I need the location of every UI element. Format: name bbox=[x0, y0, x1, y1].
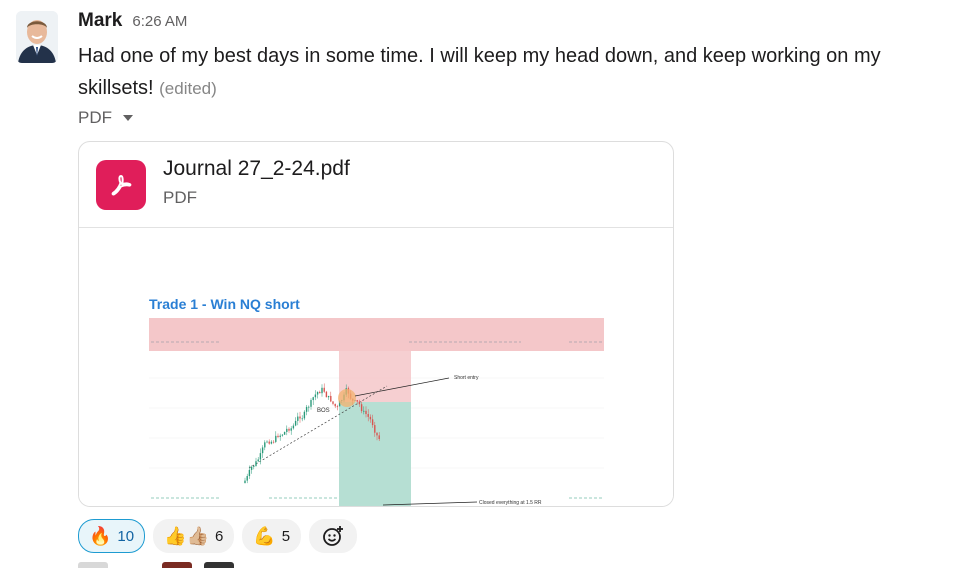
candle-body bbox=[363, 410, 365, 412]
reaction-fire[interactable]: 🔥 10 bbox=[78, 519, 146, 553]
candle-body bbox=[358, 401, 361, 405]
attachment-toggle[interactable]: PDF bbox=[78, 108, 133, 128]
candle-body bbox=[257, 459, 259, 462]
candle-body bbox=[277, 435, 279, 438]
file-type: PDF bbox=[163, 188, 197, 207]
candle-body bbox=[279, 435, 281, 438]
avatar[interactable] bbox=[16, 11, 58, 63]
avatar-image bbox=[16, 11, 58, 63]
candle-body bbox=[246, 476, 248, 481]
candle-body bbox=[244, 480, 246, 483]
fire-icon: 🔥 bbox=[89, 526, 112, 546]
candle-body bbox=[253, 465, 255, 467]
candle-body bbox=[268, 441, 270, 444]
entry-marker bbox=[338, 389, 356, 407]
short-entry-label: Short entry bbox=[454, 375, 479, 381]
add-reaction-button[interactable] bbox=[309, 519, 358, 553]
candle-body bbox=[374, 425, 376, 433]
timestamp[interactable]: 6:26 AM bbox=[132, 13, 187, 30]
reaction-count: 10 bbox=[117, 527, 135, 545]
add-emoji-icon bbox=[323, 526, 344, 546]
candle-body bbox=[312, 397, 314, 401]
author-name[interactable]: Mark bbox=[78, 10, 122, 32]
candle-body bbox=[325, 391, 328, 398]
candle-body bbox=[264, 442, 266, 448]
candle-body bbox=[275, 435, 277, 442]
candle-body bbox=[376, 432, 378, 436]
reaction-count: 5 bbox=[281, 527, 291, 545]
peek-item bbox=[120, 562, 150, 568]
candle-body bbox=[334, 403, 336, 407]
candle-body bbox=[314, 394, 317, 398]
candle-body bbox=[248, 469, 251, 477]
candle-body bbox=[299, 416, 301, 419]
reaction-thumbs-up[interactable]: 👍👍🏼 6 bbox=[153, 519, 235, 553]
candle-body bbox=[360, 404, 363, 412]
candle-body bbox=[365, 410, 367, 415]
candle-body bbox=[336, 406, 339, 408]
candle-body bbox=[270, 441, 273, 444]
candle-body bbox=[308, 406, 310, 408]
candle-body bbox=[272, 441, 275, 443]
pdf-file-icon bbox=[96, 160, 146, 210]
candle-body bbox=[321, 387, 323, 394]
candle-body bbox=[255, 461, 257, 466]
closed-label: Closed everything at 1.5 RR bbox=[479, 500, 542, 506]
message-body: Had one of my best days in some time. I … bbox=[78, 40, 928, 105]
trade-chart: Short entry BOS Closed everything at 1.5… bbox=[149, 318, 604, 506]
candle-body bbox=[261, 447, 264, 454]
file-attachment-card[interactable]: Journal 27_2-24.pdf PDF Trade 1 - Win NQ… bbox=[78, 141, 674, 507]
candle-body bbox=[356, 400, 358, 402]
candle-body bbox=[332, 401, 334, 404]
muscle-icon: 💪 bbox=[253, 526, 276, 546]
bos-label: BOS bbox=[317, 408, 330, 414]
candle-body bbox=[303, 411, 306, 419]
file-name[interactable]: Journal 27_2-24.pdf bbox=[163, 157, 350, 181]
candle-body bbox=[301, 418, 303, 420]
reaction-count: 6 bbox=[214, 527, 224, 545]
candle-body bbox=[266, 441, 268, 443]
candle-body bbox=[294, 420, 297, 426]
edited-label: (edited) bbox=[159, 79, 217, 98]
next-message-peek bbox=[78, 562, 234, 568]
candle-body bbox=[378, 435, 380, 440]
candle-body bbox=[319, 391, 321, 394]
candle-body bbox=[323, 387, 325, 392]
preview-title: Trade 1 - Win NQ short bbox=[149, 296, 300, 312]
reaction-muscle[interactable]: 💪 5 bbox=[242, 519, 302, 553]
candle-body bbox=[288, 428, 290, 431]
candle-body bbox=[371, 419, 374, 426]
take-profit-zone bbox=[339, 402, 411, 506]
peek-item bbox=[162, 562, 192, 568]
attachment-toggle-label: PDF bbox=[78, 108, 112, 127]
pdf-preview[interactable]: Trade 1 - Win NQ short Short entry BOS C… bbox=[79, 228, 673, 506]
candle-body bbox=[259, 453, 262, 460]
candle-body bbox=[281, 434, 284, 436]
caret-down-icon bbox=[123, 115, 133, 121]
thumbs-up-icon: 👍👍🏼 bbox=[164, 526, 209, 546]
candle-body bbox=[305, 406, 308, 412]
candle-body bbox=[367, 414, 369, 417]
candle-body bbox=[290, 428, 292, 431]
peek-item bbox=[78, 562, 108, 568]
peek-item bbox=[204, 562, 234, 568]
candle-body bbox=[286, 428, 288, 432]
candle-body bbox=[250, 466, 253, 470]
candle-body bbox=[292, 425, 295, 429]
candle-body bbox=[283, 431, 286, 435]
candle-body bbox=[316, 391, 319, 395]
message-header: Mark 6:26 AM bbox=[78, 10, 187, 32]
file-header[interactable]: Journal 27_2-24.pdf PDF bbox=[79, 142, 673, 228]
candle-body bbox=[297, 416, 299, 421]
candle-body bbox=[330, 395, 332, 402]
candle-body bbox=[369, 416, 372, 420]
reactions-bar: 🔥 10 👍👍🏼 6 💪 5 bbox=[78, 519, 358, 553]
candle-body bbox=[310, 400, 312, 407]
candle-body bbox=[327, 395, 330, 398]
